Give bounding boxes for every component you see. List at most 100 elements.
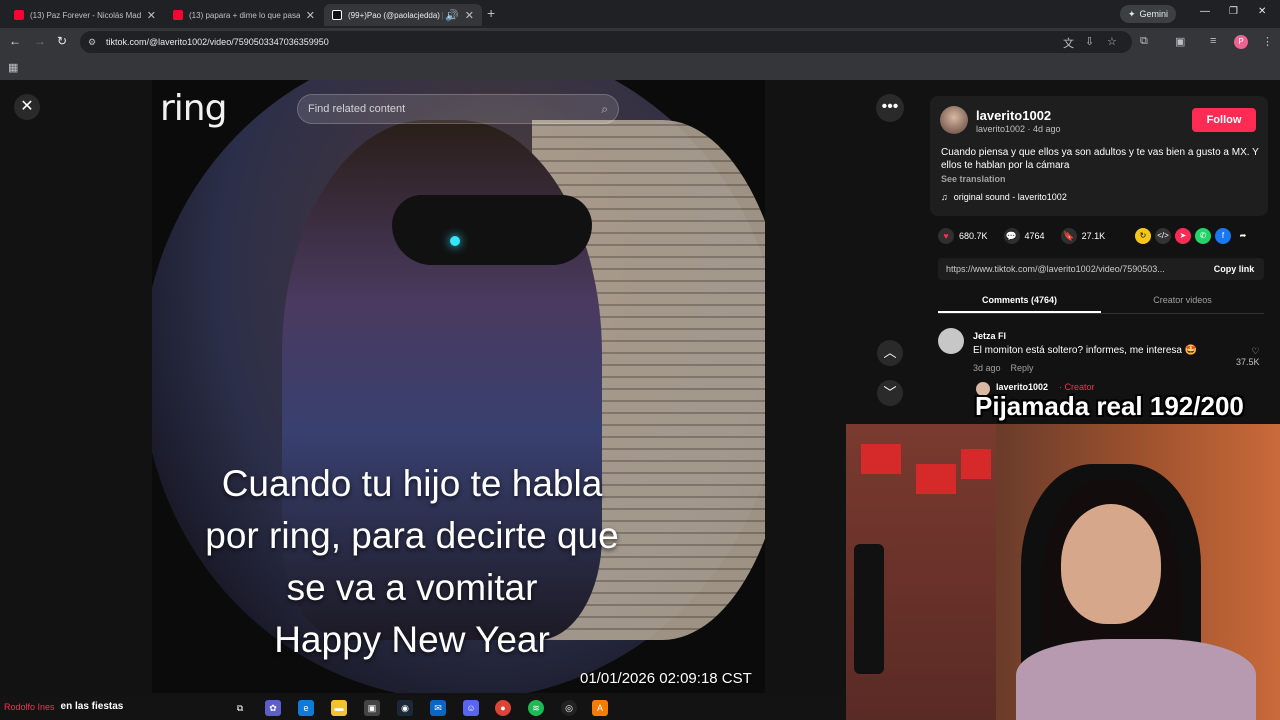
heart-icon: ♥ bbox=[938, 228, 954, 244]
profile-avatar[interactable]: P bbox=[1234, 35, 1248, 49]
repost-icon[interactable]: ↻ bbox=[1135, 228, 1151, 244]
streamer-sweater bbox=[1016, 639, 1256, 720]
obs-icon[interactable]: ◎ bbox=[561, 700, 577, 716]
sunglasses bbox=[392, 195, 592, 265]
author-avatar[interactable] bbox=[940, 106, 968, 134]
panel-tabs: Comments (4764) Creator videos bbox=[938, 290, 1264, 314]
split-view-icon[interactable]: ▣ bbox=[1175, 35, 1185, 48]
menu-icon[interactable]: ⋮ bbox=[1262, 35, 1273, 48]
sound-name: original sound - laverito1002 bbox=[953, 192, 1067, 202]
close-icon[interactable]: ✕ bbox=[465, 9, 474, 22]
engagement-stats: ♥ 680.7K 💬 4764 🔖 27.1K bbox=[938, 228, 1121, 244]
music-note-icon: ♫ bbox=[941, 192, 948, 202]
translate-icon[interactable]: 文 bbox=[1063, 35, 1074, 51]
forward-icon[interactable]: → bbox=[34, 34, 46, 48]
stream-goal: Pijamada real 192/200 bbox=[975, 391, 1244, 421]
post-caption: Cuando piensa y que ellos ya son adultos… bbox=[941, 147, 1259, 171]
save-count: 27.1K bbox=[1081, 231, 1106, 241]
sparkle-icon: ✦ bbox=[1128, 8, 1136, 19]
previous-video-button[interactable]: ︿ bbox=[877, 340, 903, 366]
close-video-button[interactable]: ✕ bbox=[14, 94, 40, 120]
address-bar[interactable]: ⚙ tiktok.com/@laverito1002/video/7590503… bbox=[80, 31, 1132, 53]
reply-button[interactable]: Reply bbox=[1011, 363, 1034, 373]
task-view-icon[interactable]: ⧉ bbox=[232, 700, 248, 716]
window-close-icon[interactable]: ✕ bbox=[1258, 6, 1266, 17]
browser-tab-1[interactable]: (13) Paz Forever - Nicolás Mad ✕ bbox=[6, 4, 164, 26]
back-icon[interactable]: ← bbox=[9, 34, 21, 48]
comment-icon: 💬 bbox=[1003, 228, 1020, 244]
restore-icon[interactable]: ❐ bbox=[1229, 6, 1238, 17]
steam-icon[interactable]: ◉ bbox=[397, 700, 413, 716]
tab-title: (13) Paz Forever - Nicolás Mad bbox=[30, 10, 141, 20]
supreme-box bbox=[861, 444, 901, 474]
find-content-search[interactable]: ⌕ bbox=[297, 94, 619, 124]
site-info-icon[interactable]: ⚙ bbox=[88, 37, 98, 47]
embed-icon[interactable]: </> bbox=[1155, 228, 1171, 244]
discord-icon[interactable]: ☺ bbox=[463, 700, 479, 716]
comment-like-count: 37.5K bbox=[1236, 357, 1260, 367]
close-icon[interactable]: ✕ bbox=[147, 9, 156, 22]
comment-button[interactable]: 💬 4764 bbox=[1003, 228, 1045, 244]
tab-title: (99+)Pao (@paolacjedda) | bbox=[348, 10, 444, 20]
video-player[interactable]: ring ⌕ Cuando tu hijo te habla por ring,… bbox=[152, 80, 765, 693]
extensions-icon[interactable]: ⧉ bbox=[1140, 35, 1148, 48]
chrome-icon[interactable]: ● bbox=[495, 700, 511, 716]
browser-toolbar: ← → ↻ ⚙ tiktok.com/@laverito1002/video/7… bbox=[0, 28, 1280, 56]
bookmark-star-icon[interactable]: ☆ bbox=[1107, 35, 1117, 48]
bookmark-icon: 🔖 bbox=[1060, 228, 1077, 244]
browser-tab-3[interactable]: (99+)Pao (@paolacjedda) | 🔊 ✕ bbox=[324, 4, 482, 26]
author-username[interactable]: laverito1002 bbox=[976, 108, 1051, 123]
video-timestamp: 01/01/2026 02:09:18 CST bbox=[580, 670, 752, 687]
comment-meta: 3d ago Reply bbox=[973, 363, 1034, 373]
facebook-icon[interactable]: f bbox=[1215, 228, 1231, 244]
store-icon[interactable]: ▣ bbox=[364, 700, 380, 716]
like-count: 680.7K bbox=[959, 231, 988, 241]
commenter-avatar[interactable] bbox=[938, 328, 964, 354]
supreme-box bbox=[916, 464, 956, 494]
next-video-button[interactable]: ﹀ bbox=[877, 380, 903, 406]
taskbar: Rodolfo Ines en las fiestas ⧉ ✿ e ▬ ▣ ◉ … bbox=[0, 697, 846, 720]
app-icon[interactable]: A bbox=[592, 700, 608, 716]
sound-link[interactable]: ♫ original sound - laverito1002 bbox=[941, 192, 1067, 202]
whatsapp-icon[interactable]: ✆ bbox=[1195, 228, 1211, 244]
send-icon[interactable]: ➤ bbox=[1175, 228, 1191, 244]
new-tab-button[interactable]: + bbox=[487, 5, 495, 21]
tab-creator-videos[interactable]: Creator videos bbox=[1101, 290, 1264, 313]
comment-count: 4764 bbox=[1024, 231, 1045, 241]
more-options-button[interactable]: ••• bbox=[876, 94, 904, 122]
install-icon[interactable]: ⇩ bbox=[1085, 35, 1094, 48]
edge-icon[interactable]: e bbox=[298, 700, 314, 716]
search-input[interactable] bbox=[308, 103, 602, 115]
youtube-icon bbox=[173, 10, 183, 20]
caption-line: Happy New Year bbox=[274, 619, 550, 660]
reload-icon[interactable]: ↻ bbox=[57, 34, 67, 48]
media-icon[interactable]: ≡ bbox=[1210, 35, 1216, 47]
comment-like[interactable]: ♡ 37.5K bbox=[1236, 346, 1260, 367]
tab-comments[interactable]: Comments (4764) bbox=[938, 290, 1101, 313]
search-icon[interactable]: ⌕ bbox=[601, 102, 608, 117]
webcam-overlay bbox=[846, 424, 1280, 720]
apps-grid-icon[interactable]: ▦ bbox=[8, 61, 18, 74]
see-translation-link[interactable]: See translation bbox=[941, 174, 1006, 184]
copilot-icon[interactable]: ✿ bbox=[265, 700, 281, 716]
save-button[interactable]: 🔖 27.1K bbox=[1060, 228, 1106, 244]
share-options: ↻ </> ➤ ✆ f ➦ bbox=[1135, 228, 1251, 244]
commenter-name[interactable]: Jetza Fl bbox=[973, 331, 1006, 341]
minimize-icon[interactable]: — bbox=[1200, 6, 1210, 17]
like-button[interactable]: ♥ 680.7K bbox=[938, 228, 988, 244]
mail-icon[interactable]: ✉ bbox=[430, 700, 446, 716]
streamer-face bbox=[1061, 504, 1161, 624]
comment-text: El momiton está soltero? informes, me in… bbox=[973, 345, 1198, 356]
gemini-button[interactable]: ✦ Gemini bbox=[1120, 5, 1177, 23]
share-icon[interactable]: ➦ bbox=[1235, 228, 1251, 244]
bookmarks-bar: ▦ bbox=[0, 56, 1280, 80]
copy-link-button[interactable]: Copy link bbox=[1204, 264, 1264, 274]
follow-button[interactable]: Follow bbox=[1192, 108, 1256, 132]
browser-tab-2[interactable]: (13) papara + dime lo que pasa ✕ bbox=[165, 4, 323, 26]
tab-strip: (13) Paz Forever - Nicolás Mad ✕ (13) pa… bbox=[0, 0, 1280, 28]
speaker-icon[interactable]: 🔊 bbox=[445, 9, 459, 22]
file-explorer-icon[interactable]: ▬ bbox=[331, 700, 347, 716]
close-icon[interactable]: ✕ bbox=[306, 9, 315, 22]
heart-outline-icon: ♡ bbox=[1251, 346, 1260, 356]
spotify-icon[interactable]: ≋ bbox=[528, 700, 544, 716]
